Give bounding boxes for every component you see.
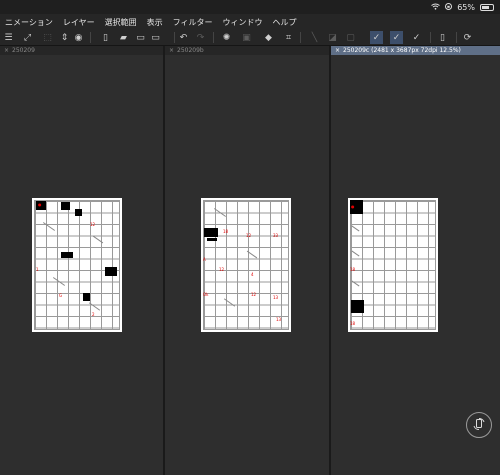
storyboard-grid [203,200,289,330]
undo-icon[interactable]: ↶ [177,31,190,44]
tab-label: 250209 [12,47,35,54]
menu-icon[interactable]: ☰ [2,31,15,44]
menu-layer[interactable]: レイヤー [58,17,100,28]
brush-tool-icon[interactable]: ✓ [370,31,383,44]
document-page: ● 18 18 [348,198,438,332]
rotation-lock-icon [445,2,453,12]
refresh-icon[interactable]: ⟳ [461,31,474,44]
menu-window[interactable]: ウィンドウ [217,17,267,28]
save-icon[interactable]: ▭ [134,31,147,44]
battery-percent: 65% [457,2,475,12]
folder-icon[interactable]: ▰ [117,31,130,44]
crop-icon[interactable]: ⌗ [282,31,295,44]
battery-icon [480,3,494,11]
smartphone-icon[interactable]: ▯ [436,31,449,44]
draw-line-icon[interactable]: ╲ [308,31,321,44]
canvas-pane-1[interactable]: × 250209 ● 12 1 G 2 [0,46,163,475]
canvas-pane-3[interactable]: × 250209c (2481 x 3687px 72dpi 12.5%) ● … [331,46,500,475]
vector-pen-icon[interactable]: ✓ [410,31,423,44]
quick-access-button[interactable] [466,412,492,438]
frame-icon[interactable]: ▢ [344,31,357,44]
command-bar: ☰ ⤢ ⬚ ⇕ ◉ ▯ ▰ ▭ ▭ ↶ ↷ ✺ ▣ ◆ ⌗ ╲ ◪ ▢ ✓ ✓ … [0,30,500,46]
menu-bar: ニメーション レイヤー 選択範囲 表示 フィルター ウィンドウ ヘルプ [0,14,500,30]
fill-icon[interactable]: ◆ [262,31,275,44]
history-icon[interactable]: ◉ [72,31,85,44]
tab-label: 250209b [177,47,204,54]
expand-icon[interactable]: ⤢ [21,31,34,44]
document-page: ● 12 1 G 2 [32,198,122,332]
pen-tool-icon[interactable]: ✓ [390,31,403,44]
close-icon[interactable]: × [335,47,340,54]
device-rotate-icon [472,416,486,435]
tab-label: 250209c (2481 x 3687px 72dpi 12.5%) [343,47,461,54]
storyboard-grid [34,200,120,330]
gradient-icon[interactable]: ◪ [326,31,339,44]
new-file-icon[interactable]: ▯ [99,31,112,44]
wifi-icon [431,3,441,12]
status-bar: 65% [0,0,500,14]
close-icon[interactable]: × [4,47,9,54]
transform-icon[interactable]: ⬚ [41,31,54,44]
menu-view[interactable]: 表示 [142,17,168,28]
clear-icon[interactable]: ▣ [240,31,253,44]
document-page: 18 12 33 A 12 4 Ok 12 13 13 [201,198,291,332]
close-icon[interactable]: × [169,47,174,54]
tab-250209c[interactable]: × 250209c (2481 x 3687px 72dpi 12.5%) [331,46,500,55]
menu-filter[interactable]: フィルター [168,17,218,28]
tab-250209b[interactable]: × 250209b [165,46,329,55]
menu-help[interactable]: ヘルプ [267,17,301,28]
layers-icon[interactable]: ⇕ [58,31,71,44]
menu-selection[interactable]: 選択範囲 [100,17,142,28]
loading-icon[interactable]: ✺ [220,31,233,44]
redo-icon[interactable]: ↷ [194,31,207,44]
export-icon[interactable]: ▭ [149,31,162,44]
canvas-pane-2[interactable]: × 250209b 18 12 33 A 12 4 Ok 12 13 13 [165,46,329,475]
tab-250209[interactable]: × 250209 [0,46,163,55]
menu-animation[interactable]: ニメーション [0,17,58,28]
